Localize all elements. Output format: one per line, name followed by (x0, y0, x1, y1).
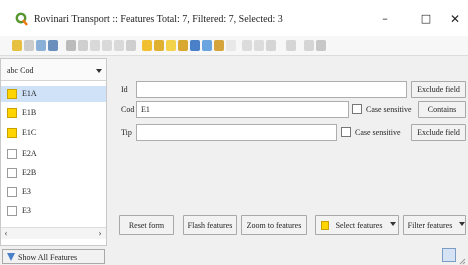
list-item-label: E1B (22, 108, 37, 117)
organize-columns-icon[interactable] (254, 40, 264, 51)
scroll-left-icon[interactable]: ‹ (1, 228, 11, 240)
zoom-to-features-label: Zoom to features (246, 221, 302, 230)
list-item[interactable]: E1B (1, 105, 106, 121)
id-field[interactable] (136, 81, 407, 98)
add-feature-icon[interactable] (66, 40, 76, 51)
tip-field[interactable] (136, 124, 337, 141)
select-features-label: Select features (335, 221, 383, 230)
chevron-down-icon[interactable] (390, 222, 396, 226)
table-view-icon[interactable] (304, 40, 314, 51)
select-features-button[interactable]: Select features (315, 215, 399, 235)
new-field-icon[interactable] (226, 40, 236, 51)
feature-icon (7, 206, 17, 216)
invert-selection-icon[interactable] (154, 40, 164, 51)
filter-features-label: Filter features (407, 221, 453, 230)
id-label: Id (121, 85, 128, 94)
switch-view-icon[interactable] (442, 248, 456, 262)
deselect-all-icon[interactable] (166, 40, 176, 51)
cod-label: Cod (121, 105, 135, 114)
list-item[interactable]: E3 (1, 184, 106, 200)
toggle-editing-icon[interactable] (12, 40, 22, 51)
list-item[interactable]: E2B (1, 165, 106, 181)
expression-select-icon[interactable] (126, 40, 136, 51)
exclude-field-button-tip[interactable]: Exclude field (411, 124, 466, 141)
qgis-logo-icon (15, 12, 28, 26)
case-sensitive-checkbox-tip[interactable] (341, 127, 351, 137)
copy-icon[interactable] (102, 40, 112, 51)
show-all-features-button[interactable]: Show All Features (2, 249, 105, 264)
zoom-to-selected-icon[interactable] (214, 40, 224, 51)
save-edits-icon[interactable] (36, 40, 46, 51)
chevron-down-icon[interactable] (96, 69, 102, 73)
contains-dropdown[interactable]: Contains (418, 101, 466, 118)
window-titlebar: Rovinari Transport :: Features Total: 7,… (0, 0, 468, 36)
list-item-label: E1A (22, 89, 37, 98)
maximize-button[interactable]: □ (413, 9, 439, 29)
window-title: Rovinari Transport :: Features Total: 7,… (34, 14, 283, 25)
paste-icon[interactable] (114, 40, 124, 51)
selected-feature-icon (7, 89, 17, 99)
case-sensitive-label: Case sensitive (355, 128, 401, 137)
scroll-right-icon[interactable]: › (95, 228, 105, 240)
list-item[interactable]: E2A (1, 146, 106, 162)
minimize-button[interactable]: – (372, 9, 398, 29)
list-item-label: E2B (22, 168, 37, 177)
multi-edit-icon[interactable] (24, 40, 34, 51)
filter-form-icon[interactable] (190, 40, 200, 51)
list-item-label: E3 (22, 187, 31, 196)
move-selection-top-icon[interactable] (178, 40, 188, 51)
selected-feature-icon (7, 108, 17, 118)
case-sensitive-checkbox-cod[interactable] (352, 104, 362, 114)
show-all-label: Show All Features (18, 253, 78, 262)
contains-label: Contains (427, 105, 457, 114)
reload-icon[interactable] (48, 40, 58, 51)
selected-feature-icon (7, 128, 17, 138)
cod-value: E1 (141, 105, 150, 114)
zoom-to-features-button[interactable]: Zoom to features (241, 215, 307, 235)
exclude-field-label: Exclude field (417, 85, 460, 94)
chevron-down-icon[interactable] (459, 222, 465, 226)
feature-icon (7, 168, 17, 178)
cod-field[interactable]: E1 (136, 101, 349, 118)
feature-icon (7, 187, 17, 197)
actions-icon[interactable] (316, 40, 326, 51)
column-header-label: abc Cod (7, 66, 34, 75)
feature-list: abc Cod E1A E1B E1C E2A E2B E3 E3 ‹ › (0, 58, 107, 246)
tip-label: Tip (121, 128, 132, 137)
list-item[interactable]: E1A (1, 86, 106, 102)
list-column-header[interactable]: abc Cod (1, 59, 106, 81)
list-item-label: E2A (22, 149, 37, 158)
list-item[interactable]: E1C (1, 125, 106, 141)
attribute-toolbar (0, 36, 468, 56)
filter-features-button[interactable]: Filter features (403, 215, 466, 235)
horizontal-scrollbar[interactable]: ‹ › (1, 227, 106, 239)
list-item[interactable]: E3 (1, 203, 106, 219)
conditional-formatting-icon[interactable] (286, 40, 296, 51)
field-calculator-icon[interactable] (266, 40, 276, 51)
delete-feature-icon[interactable] (78, 40, 88, 51)
exclude-field-label: Exclude field (417, 128, 460, 137)
list-item-label: E3 (22, 206, 31, 215)
flash-features-button[interactable]: Flash features (183, 215, 237, 235)
case-sensitive-label: Case sensitive (366, 105, 412, 114)
filter-icon (7, 253, 15, 261)
reset-form-label: Reset form (128, 221, 165, 230)
select-features-icon (321, 221, 329, 230)
list-item-label: E1C (22, 128, 37, 137)
feature-icon (7, 149, 17, 159)
delete-field-icon[interactable] (242, 40, 252, 51)
exclude-field-button-id[interactable]: Exclude field (411, 81, 466, 98)
pan-to-selected-icon[interactable] (202, 40, 212, 51)
reset-form-button[interactable]: Reset form (119, 215, 174, 235)
cut-icon[interactable] (90, 40, 100, 51)
select-all-icon[interactable] (142, 40, 152, 51)
close-button[interactable]: ✕ (442, 9, 468, 29)
resize-grip-icon[interactable] (459, 258, 466, 265)
flash-features-label: Flash features (187, 221, 233, 230)
